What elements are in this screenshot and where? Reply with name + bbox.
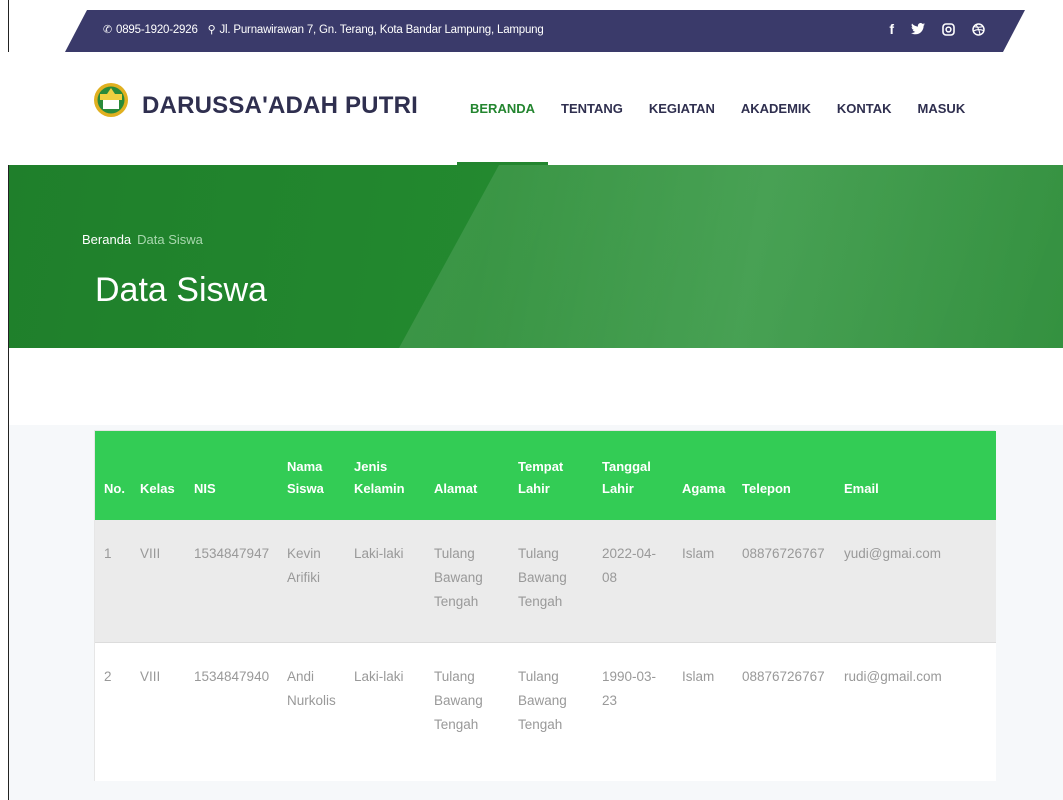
contact-info: ✆ 0895-1920-2926 ⚲ Jl. Purnawirawan 7, G… [103, 23, 544, 36]
facebook-icon[interactable]: f [889, 21, 894, 37]
brand-name[interactable]: DARUSSA'ADAH PUTRI [142, 92, 418, 120]
nav-akademik[interactable]: AKADEMIK [728, 52, 824, 165]
col-header-jenis-kelamin: Jenis Kelamin [354, 459, 405, 496]
cell-kelas: VIII [131, 520, 185, 643]
breadcrumb-current: Data Siswa [137, 232, 203, 247]
nav-kontak[interactable]: KONTAK [824, 52, 905, 165]
nav-masuk[interactable]: MASUK [905, 52, 979, 165]
cell-alamat: Tulang Bawang Tengah [425, 520, 509, 643]
table-row: 2 VIII 1534847940 Andi Nurkolis Laki-lak… [95, 642, 996, 781]
topbar-background: ✆ 0895-1920-2926 ⚲ Jl. Purnawirawan 7, G… [65, 10, 1025, 52]
cell-email: rudi@gmail.com [844, 668, 942, 684]
nav-tentang[interactable]: TENTANG [548, 52, 636, 165]
cell-no: 2 [104, 668, 112, 684]
instagram-icon[interactable] [942, 23, 955, 36]
cell-kelas: VIII [140, 668, 161, 684]
col-header-no: No. [104, 481, 125, 496]
col-header-kelas: Kelas [140, 481, 175, 496]
table-header-row: No. Kelas NIS Nama Siswa Jenis Kelamin A… [95, 431, 996, 520]
page-hero: Beranda Data Siswa Data Siswa [9, 165, 1063, 348]
cell-nama: Andi Nurkolis [287, 668, 336, 708]
col-header-alamat: Alamat [434, 481, 478, 496]
student-table-card: No. Kelas NIS Nama Siswa Jenis Kelamin A… [94, 430, 996, 781]
phone-icon: ✆ [103, 24, 113, 36]
cell-telepon: 08876726767 [733, 520, 835, 643]
col-header-telepon: Telepon [742, 481, 791, 496]
col-header-agama: Agama [682, 481, 726, 496]
cell-tempat-lahir: Tulang Bawang Tengah [518, 668, 567, 732]
cell-tanggal-lahir: 2022-04-08 [593, 520, 673, 643]
table-row: 1 VIII 1534847947 Kevin Arifiki Laki-lak… [95, 520, 996, 643]
cell-nis: 1534847940 [194, 668, 270, 684]
breadcrumb-home[interactable]: Beranda [82, 232, 131, 247]
page-title: Data Siswa [95, 271, 267, 309]
social-links: f [889, 21, 985, 37]
col-header-nis: NIS [194, 481, 216, 496]
student-table: No. Kelas NIS Nama Siswa Jenis Kelamin A… [95, 431, 996, 781]
cell-email: yudi@gmai.com [835, 520, 996, 643]
cell-nama: Kevin Arifiki [278, 520, 345, 643]
hero-decoration [399, 165, 1063, 348]
nav-kegiatan[interactable]: KEGIATAN [636, 52, 728, 165]
map-marker-icon: ⚲ [207, 24, 216, 36]
nav-beranda[interactable]: BERANDA [457, 52, 548, 165]
cell-tempat-lahir: Tulang Bawang Tengah [509, 520, 593, 643]
cell-agama: Islam [682, 668, 715, 684]
col-header-tempat-lahir: Tempat Lahir [518, 459, 564, 496]
cell-telepon: 08876726767 [742, 668, 825, 684]
twitter-icon[interactable] [911, 23, 925, 35]
school-logo[interactable] [93, 82, 129, 118]
cell-agama: Islam [673, 520, 733, 643]
site-header: DARUSSA'ADAH PUTRI BERANDA TENTANG KEGIA… [0, 52, 1063, 165]
col-header-email: Email [844, 481, 879, 496]
cell-tanggal-lahir: 1990-03-23 [602, 668, 657, 708]
col-header-nama: Nama Siswa [287, 459, 324, 496]
cell-jenis-kelamin: Laki-laki [354, 668, 404, 684]
col-header-tanggal-lahir: Tanggal Lahir [602, 459, 651, 496]
breadcrumb: Beranda Data Siswa [82, 232, 203, 247]
cell-nis: 1534847947 [185, 520, 278, 643]
address-text: Jl. Purnawirawan 7, Gn. Terang, Kota Ban… [219, 23, 544, 36]
cell-no: 1 [95, 520, 131, 643]
cell-jenis-kelamin: Laki-laki [345, 520, 425, 643]
phone-number[interactable]: 0895-1920-2926 [116, 24, 198, 36]
main-nav: BERANDA TENTANG KEGIATAN AKADEMIK KONTAK… [457, 52, 978, 165]
topbar: ✆ 0895-1920-2926 ⚲ Jl. Purnawirawan 7, G… [0, 0, 1063, 52]
dribbble-icon[interactable] [972, 23, 985, 36]
cell-alamat: Tulang Bawang Tengah [434, 668, 483, 732]
